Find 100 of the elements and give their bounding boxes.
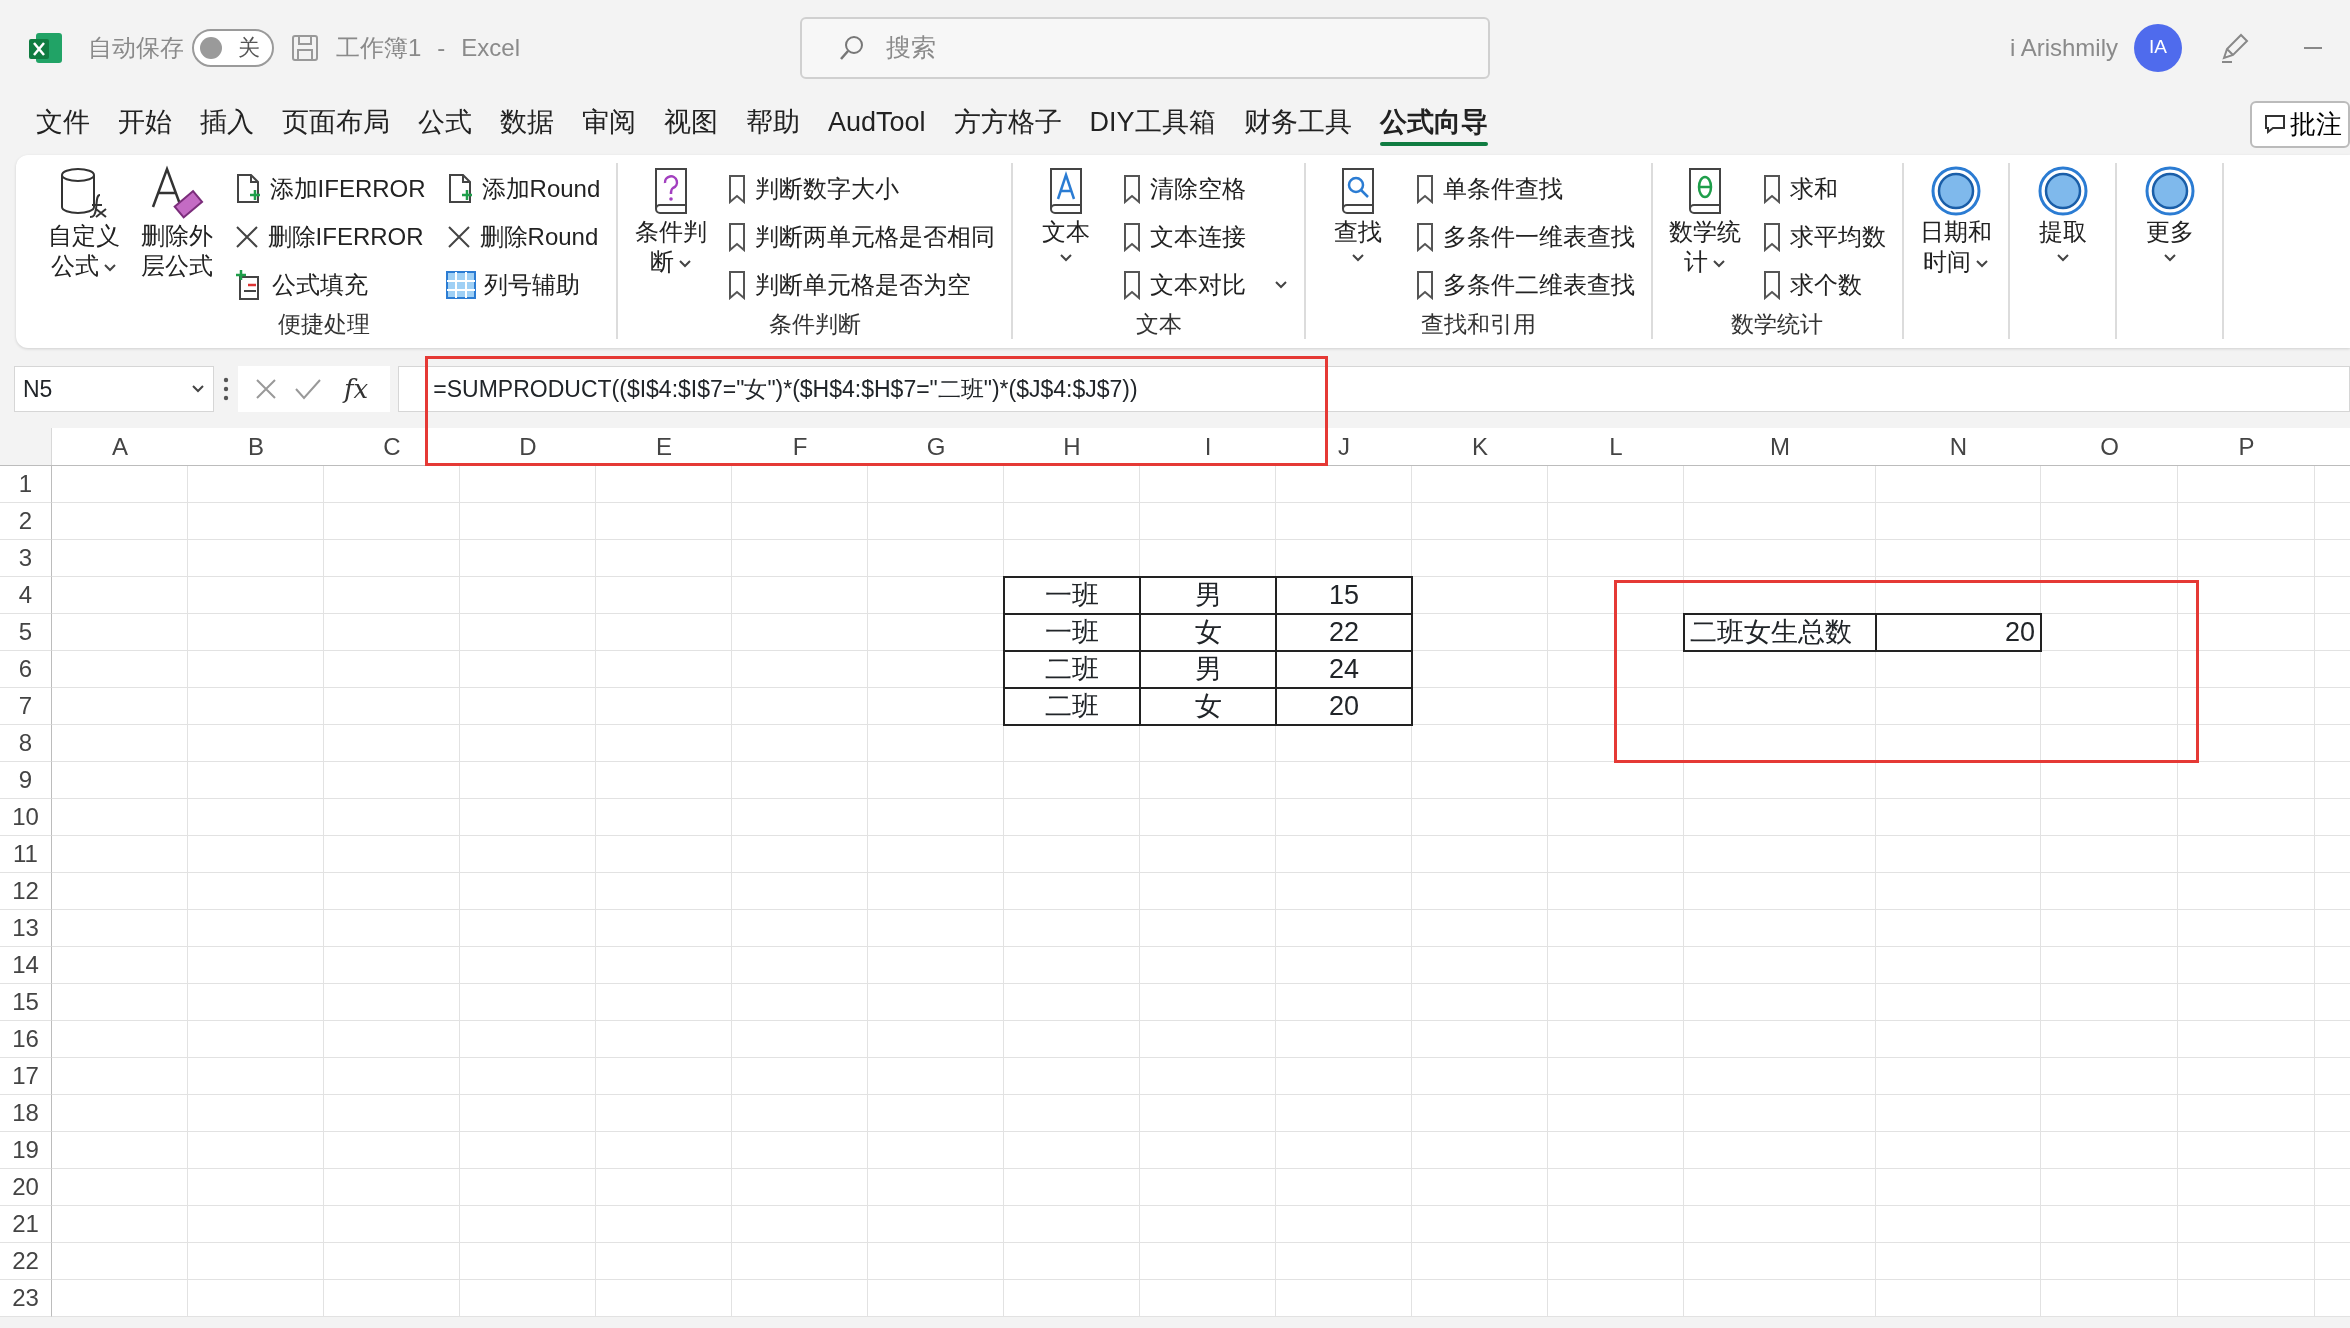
ribbon-button[interactable]: 提取	[2020, 163, 2106, 339]
column-header[interactable]: N	[1876, 428, 2041, 465]
row-header[interactable]: 14	[0, 947, 52, 984]
bookmark-icon	[1414, 222, 1435, 252]
bookmark-icon	[1121, 222, 1142, 252]
column-header[interactable]: P	[2178, 428, 2315, 465]
avatar[interactable]: IA	[2134, 23, 2182, 72]
ribbon-button[interactable]: 删除外层公式	[134, 163, 220, 307]
row-header[interactable]: 13	[0, 910, 52, 947]
row-header[interactable]: 18	[0, 1095, 52, 1132]
more-icon[interactable]	[222, 376, 230, 402]
ribbon-button[interactable]: 求平均数	[1755, 215, 1892, 259]
column-header[interactable]: D	[460, 428, 596, 465]
comments-button[interactable]: 批注	[2250, 100, 2350, 148]
ribbon-button[interactable]: 判断数字大小	[721, 167, 1002, 211]
search-field[interactable]: 搜索	[800, 16, 1490, 79]
ribbon-button[interactable]: 添加Round	[439, 167, 607, 211]
menu-tab[interactable]: 文件	[22, 99, 104, 149]
ribbon-button[interactable]: 判断两单元格是否相同	[721, 215, 1002, 259]
row-header[interactable]: 17	[0, 1058, 52, 1095]
ribbon-button[interactable]: 查找	[1315, 163, 1401, 307]
row-header[interactable]: 7	[0, 688, 52, 725]
column-header[interactable]: J	[1276, 428, 1412, 465]
ribbon-button[interactable]: 求个数	[1755, 263, 1892, 307]
ribbon-button[interactable]: 单条件查找	[1408, 167, 1641, 211]
row-header[interactable]: 3	[0, 540, 52, 577]
ribbon-button[interactable]: 文本对比	[1115, 263, 1294, 307]
menu-tab[interactable]: 帮助	[732, 99, 814, 149]
row-header[interactable]: 11	[0, 836, 52, 873]
menu-tab[interactable]: 公式向导	[1365, 99, 1502, 149]
ribbon-button[interactable]: 清除空格	[1115, 167, 1294, 211]
menu-tab[interactable]: 财务工具	[1229, 99, 1366, 149]
row-header[interactable]: 1	[0, 466, 52, 503]
column-header[interactable]: K	[1412, 428, 1548, 465]
row-header[interactable]: 4	[0, 577, 52, 614]
ribbon-button[interactable]: 多条件二维表查找	[1408, 263, 1641, 307]
row-header[interactable]: 15	[0, 984, 52, 1021]
row-header[interactable]: 9	[0, 762, 52, 799]
ribbon-button[interactable]: 更多	[2127, 163, 2212, 339]
column-header[interactable]: G	[868, 428, 1004, 465]
table-cell: 22	[1276, 614, 1412, 651]
row-header[interactable]: 19	[0, 1132, 52, 1169]
row-header[interactable]: 8	[0, 725, 52, 762]
formula-field[interactable]: =SUMPRODUCT(($I$4:$I$7="女")*($H$4:$H$7="二班")*($J$4:$J$7))	[398, 366, 2350, 412]
autosave-toggle[interactable]: 关	[192, 28, 274, 67]
ribbon-button[interactable]: 删除Round	[439, 215, 607, 259]
table-cell: 男	[1140, 651, 1276, 688]
ribbon-button[interactable]: 自定义公式	[42, 163, 127, 307]
row-header[interactable]: 16	[0, 1021, 52, 1058]
minimize-icon[interactable]	[2304, 45, 2322, 50]
menu-tab[interactable]: 插入	[186, 99, 268, 149]
cancel-icon[interactable]	[254, 377, 278, 401]
menu-tab[interactable]: 方方格子	[939, 99, 1076, 149]
ribbon-button[interactable]: 判断单元格是否为空	[721, 263, 1002, 307]
row-header[interactable]: 22	[0, 1243, 52, 1280]
eraser-icon	[149, 165, 206, 221]
grid-icon	[445, 271, 476, 299]
name-box[interactable]: N5	[14, 366, 214, 412]
ribbon-button[interactable]: 文本	[1023, 163, 1108, 307]
row-header[interactable]: 2	[0, 503, 52, 540]
menu-tab[interactable]: 视图	[650, 99, 732, 149]
check-icon[interactable]	[294, 377, 322, 401]
column-header[interactable]: A	[52, 428, 188, 465]
row-header[interactable]: 5	[0, 614, 52, 651]
ribbon-button[interactable]: 多条件一维表查找	[1408, 215, 1641, 259]
menu-tab[interactable]: DIY工具箱	[1075, 99, 1230, 149]
row-header[interactable]: 23	[0, 1280, 52, 1317]
ribbon-button[interactable]: 求和	[1755, 167, 1892, 211]
group-label: 条件判断	[767, 310, 862, 339]
column-header[interactable]: E	[596, 428, 732, 465]
row-header[interactable]: 21	[0, 1206, 52, 1243]
document-name: 工作簿1	[336, 32, 422, 63]
column-header[interactable]: L	[1548, 428, 1684, 465]
row-header[interactable]: 12	[0, 873, 52, 910]
column-header[interactable]: F	[732, 428, 868, 465]
column-header[interactable]: M	[1684, 428, 1876, 465]
ribbon-button[interactable]: 添加IFERROR	[227, 167, 432, 211]
column-header[interactable]: C	[324, 428, 460, 465]
menu-tab[interactable]: 审阅	[568, 99, 650, 149]
row-header[interactable]: 10	[0, 799, 52, 836]
column-header[interactable]: H	[1004, 428, 1140, 465]
ribbon-button[interactable]: 条件判断	[628, 163, 714, 307]
ribbon-button[interactable]: 数学统计	[1662, 163, 1748, 307]
column-header[interactable]: I	[1140, 428, 1276, 465]
menu-tab[interactable]: 公式	[404, 99, 486, 149]
row-header[interactable]: 6	[0, 651, 52, 688]
ribbon-button[interactable]: 文本连接	[1115, 215, 1294, 259]
menu-tab[interactable]: 开始	[104, 99, 186, 149]
column-header[interactable]: O	[2041, 428, 2178, 465]
row-header[interactable]: 20	[0, 1169, 52, 1206]
ribbon-button[interactable]: 列号辅助	[439, 263, 607, 307]
ribbon-button[interactable]: 公式填充	[227, 263, 432, 307]
menu-tab[interactable]: 数据	[486, 99, 568, 149]
ribbon-button[interactable]: 删除IFERROR	[227, 215, 432, 259]
column-header[interactable]: B	[188, 428, 324, 465]
ribbon-button[interactable]: 日期和时间	[1913, 163, 1999, 339]
save-icon[interactable]	[290, 32, 320, 63]
circle-icon	[2143, 165, 2196, 217]
menu-tab[interactable]: AudTool	[814, 99, 940, 149]
menu-tab[interactable]: 页面布局	[268, 99, 404, 149]
